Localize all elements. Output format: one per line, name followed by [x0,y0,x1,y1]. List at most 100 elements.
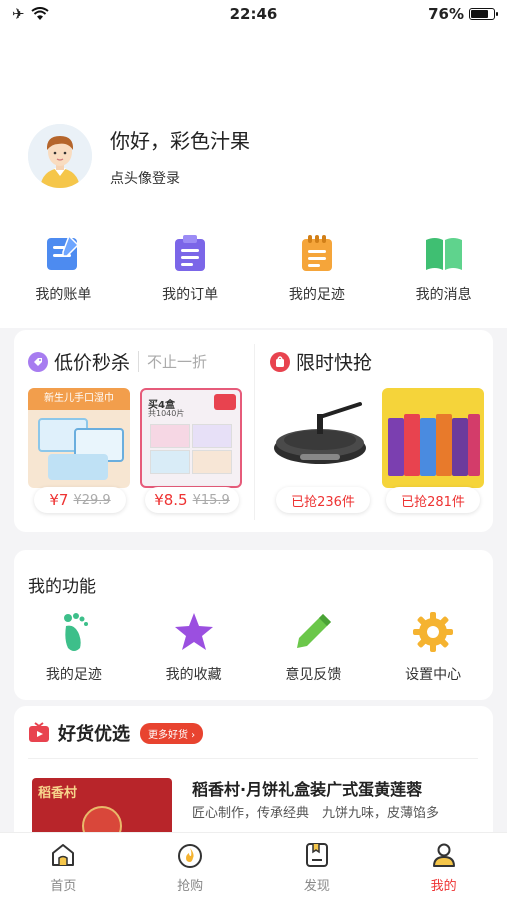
discover-icon [305,843,328,867]
tab-bar: 首页 抢购 发现 我的 [0,832,507,900]
product-image-wipes[interactable]: 新生儿手口湿巾 [28,388,130,488]
airplane-icon: ✈ [12,5,25,23]
function-label: 意见反馈 [285,667,342,683]
divider [28,758,478,759]
home-icon [52,844,75,866]
goods-name[interactable]: 稻香村·月饼礼盒装广式蛋黄莲蓉 [192,776,422,800]
price-pill: ¥7 ¥29.9 [34,487,126,513]
tab-discover[interactable]: 发现 [254,833,381,900]
quick-label: 我的账单 [35,287,92,303]
flash-sale-header[interactable]: 低价秒杀 不止一折 [28,348,207,375]
functions-row: 我的足迹 我的收藏 意见反馈 设置中心 [14,610,493,684]
snack-bag [468,414,480,476]
grab-count: 已抢236件 [291,494,355,510]
function-item-footprint[interactable]: 我的足迹 [14,610,134,684]
footprint-notebook-icon [301,235,332,271]
tab-label: 我的 [430,879,457,894]
tab-label: 首页 [50,879,77,894]
tv-icon [29,722,49,742]
battery-icon [469,8,498,20]
goods-card: 好货优选 更多好货 › 稻香村 稻香村·月饼礼盒装广式蛋黄莲蓉 匠心制作，传承经… [14,706,493,848]
status-time: 22:46 [229,5,278,23]
product-price: ¥7 [49,491,69,509]
function-label: 我的收藏 [165,667,222,683]
product-old-price: ¥15.9 [192,492,230,508]
limited-grab-title: 限时快抢 [296,352,373,374]
flame-icon [178,844,203,868]
goods-title: 好货优选 [58,724,130,745]
login-hint[interactable]: 点头像登录 [110,168,250,188]
wifi-icon [30,7,49,20]
limited-grab-header[interactable]: 限时快抢 [270,348,372,375]
foot-icon [63,613,88,651]
product-old-price: ¥29.9 [73,492,111,508]
snack-bag [452,418,468,476]
goods-desc: 匠心制作，传承经典 九饼九味，皮薄馅多 [192,806,440,821]
tissue-box [192,424,232,448]
star-icon [174,613,213,650]
function-label: 设置中心 [405,667,462,683]
order-icon [175,235,206,271]
status-bar: ✈ 22:46 76% [0,0,507,28]
snack-bag [420,418,436,476]
battery-percent: 76% [428,5,464,23]
more-goods-button[interactable]: 更多好货 › [140,722,204,744]
status-left: ✈ [12,5,162,23]
flash-sale-subtitle: 不止一折 [138,351,207,372]
product-price: ¥8.5 [154,491,188,509]
promo-tag [214,394,236,410]
profile: 你好，彩色汁果 点头像登录 [28,124,250,188]
price-pill: ¥8.5 ¥15.9 [145,487,239,513]
user-icon [432,843,455,867]
product-banner-text: 新生儿手口湿巾 [28,388,130,410]
function-item-favorites[interactable]: 我的收藏 [134,610,254,684]
tab-label: 抢购 [177,879,204,894]
goods-header: 好货优选 更多好货 › [28,720,204,746]
tissue-box [150,450,190,474]
product-image-boxes[interactable]: 买4盒 共1040片 [140,388,242,488]
greeting: 你好，彩色汁果 [110,128,250,153]
quick-label: 我的消息 [415,287,472,303]
quick-item-bill[interactable]: 我的账单 [0,234,127,304]
tab-flash-buy[interactable]: 抢购 [127,833,254,900]
bill-icon [47,234,80,270]
avatar-illustration-icon [28,124,92,188]
card-divider [254,344,255,520]
quick-item-footprint[interactable]: 我的足迹 [254,234,381,304]
tissue-box [150,424,190,448]
function-item-feedback[interactable]: 意见反馈 [254,610,374,684]
product-image-pan[interactable] [270,388,372,488]
grab-pill: 已抢281件 [386,487,480,513]
snack-bag [404,414,420,476]
quick-actions: 我的账单 我的订单 我的足迹 我的消息 [0,234,507,304]
wipes-pack [48,454,108,480]
grab-pill: 已抢236件 [276,487,370,513]
battery-fill [471,10,488,18]
tab-label: 发现 [303,879,330,894]
goods-brand: 稻香村 [38,786,78,801]
tab-home[interactable]: 首页 [0,833,127,900]
snack-bag [436,414,452,476]
product-promo-sub: 共1040片 [148,409,185,418]
tab-mine[interactable]: 我的 [380,833,507,900]
pencil-icon [297,614,332,648]
profile-text: 你好，彩色汁果 点头像登录 [110,125,250,188]
status-right: 76% [345,5,498,23]
quick-item-message[interactable]: 我的消息 [380,234,507,304]
quick-label: 我的订单 [162,287,219,303]
electric-pan-illustration [274,402,366,464]
function-item-settings[interactable]: 设置中心 [373,610,493,684]
header-area: 你好，彩色汁果 点头像登录 我的账单 我的订单 我的足迹 我的消息 [0,28,507,328]
timer-icon [270,351,290,372]
grab-count: 已抢281件 [401,494,465,510]
quick-item-order[interactable]: 我的订单 [127,234,254,304]
flash-sale-card: 低价秒杀 不止一折 限时快抢 新生儿手口湿巾 ¥7 ¥29.9 买4盒 共104… [14,330,493,532]
quick-label: 我的足迹 [288,287,345,303]
functions-card: 我的功能 我的足迹 我的收藏 意见反馈 设置中心 [14,550,493,700]
tissue-box [192,450,232,474]
product-image-snacks[interactable] [382,388,484,488]
avatar[interactable] [28,124,92,188]
flash-sale-title: 低价秒杀 [54,352,131,374]
function-label: 我的足迹 [45,667,102,683]
snack-bag [388,418,404,476]
